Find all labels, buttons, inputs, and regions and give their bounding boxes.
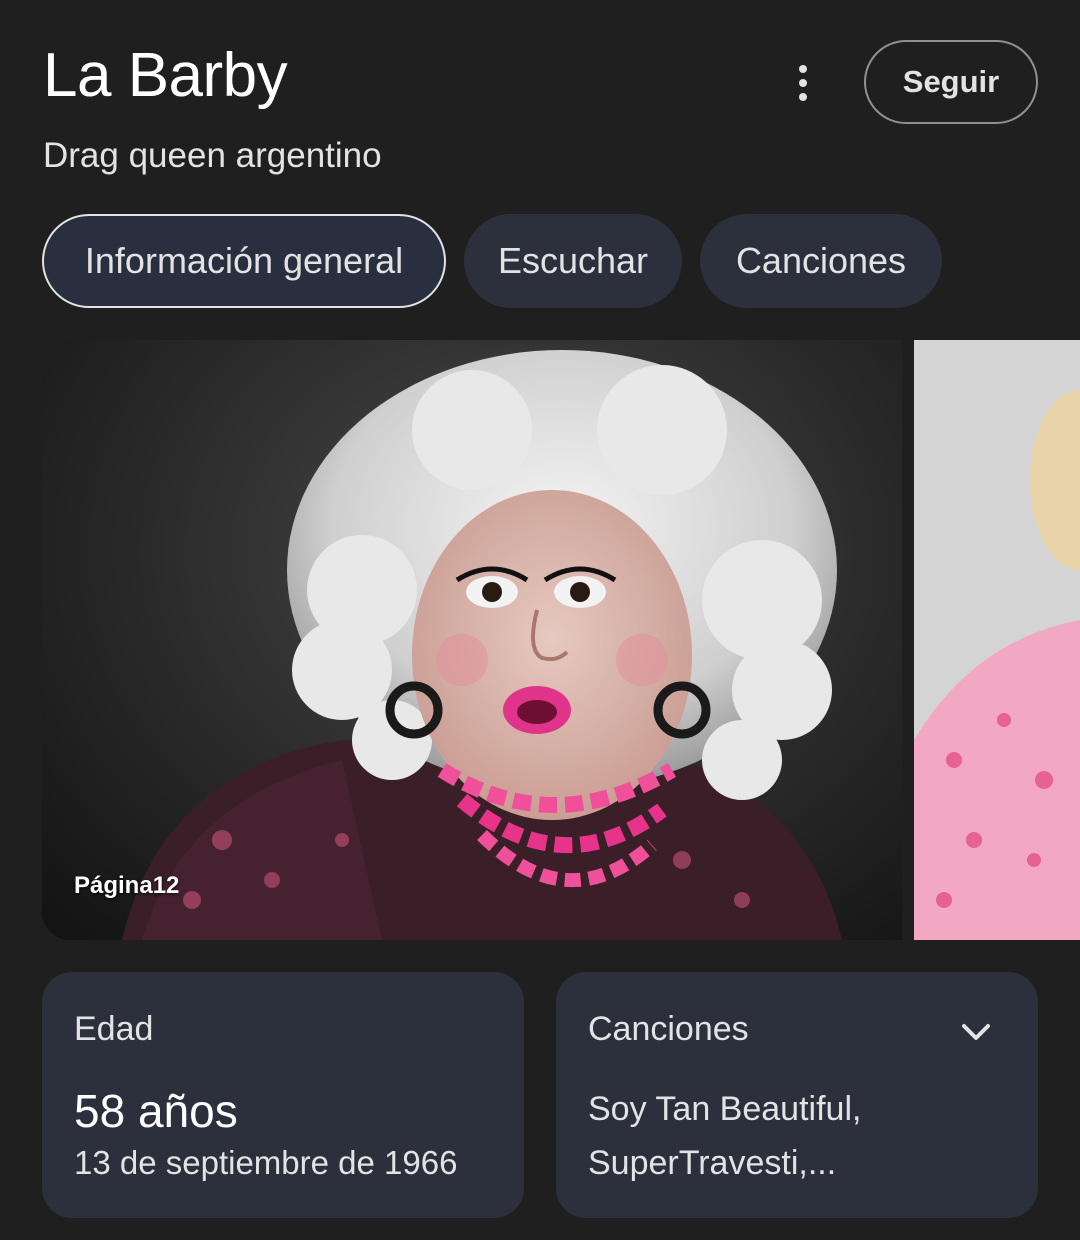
portrait-illustration: [122, 350, 842, 940]
follow-button[interactable]: Seguir: [864, 40, 1038, 124]
age-value: 58 años: [74, 1085, 238, 1137]
more-vert-icon: [799, 65, 807, 73]
tab-escuchar[interactable]: Escuchar: [464, 214, 682, 308]
secondary-photo-illustration: [914, 340, 1080, 940]
image-source-label: Página12: [74, 872, 180, 899]
page-title: La Barby: [43, 41, 288, 110]
songs-card[interactable]: Canciones Soy Tan Beautiful, SuperTraves…: [556, 972, 1038, 1218]
birth-date: 13 de septiembre de 1966: [74, 1144, 458, 1181]
secondary-photo[interactable]: [914, 340, 1080, 940]
more-options-button[interactable]: [780, 58, 826, 108]
songs-label: Canciones: [588, 1010, 749, 1048]
tab-informacion-general[interactable]: Información general: [42, 214, 446, 308]
main-photo[interactable]: Página12: [42, 340, 902, 940]
songs-list-text: Soy Tan Beautiful, SuperTravesti,...: [588, 1090, 862, 1182]
age-label: Edad: [74, 1010, 154, 1048]
page-subtitle: Drag queen argentino: [43, 136, 382, 175]
chevron-down-icon[interactable]: [958, 1014, 994, 1050]
knowledge-panel: La Barby Drag queen argentino Seguir Inf…: [0, 0, 1080, 1240]
age-card[interactable]: Edad 58 años 13 de septiembre de 1966: [42, 972, 524, 1218]
tab-canciones[interactable]: Canciones: [700, 214, 942, 308]
